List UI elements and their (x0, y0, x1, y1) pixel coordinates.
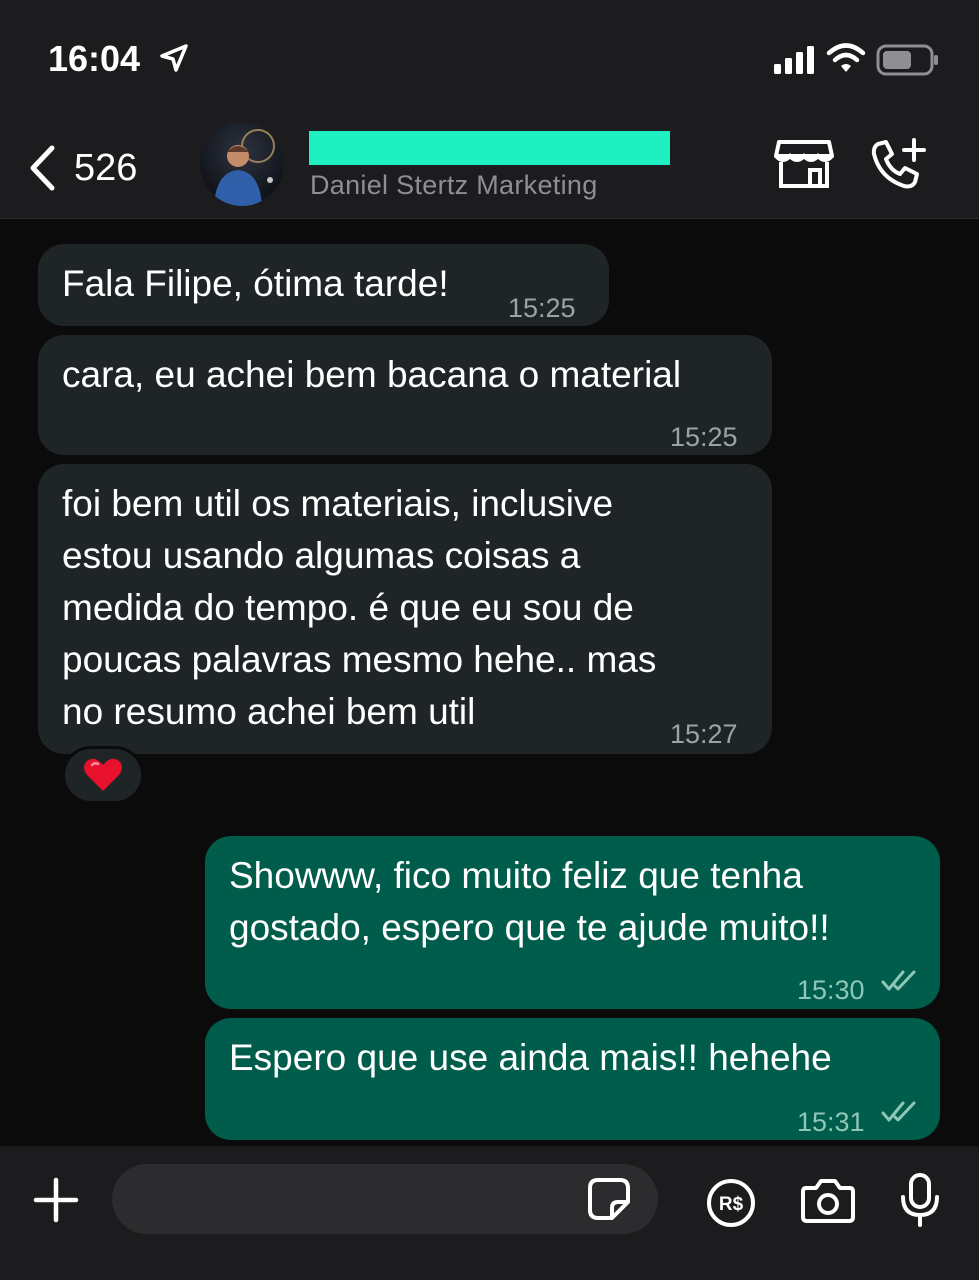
unread-count: 526 (74, 146, 138, 189)
contact-subtitle[interactable]: Daniel Stertz Marketing (310, 170, 598, 201)
message-bubble-incoming[interactable]: Fala Filipe, ótima tarde! 15:25 (38, 244, 609, 326)
message-text: cara, eu achei bem bacana o material (62, 354, 682, 395)
read-receipt-icon (881, 970, 916, 991)
back-button[interactable]: 526 (28, 138, 168, 198)
message-text: foi bem util os materiais, inclusive est… (62, 483, 657, 732)
message-bubble-outgoing[interactable]: Showww, fico muito feliz que tenha gosta… (205, 836, 940, 1009)
chevron-left-icon (30, 145, 55, 191)
read-receipt-icon (881, 1101, 916, 1122)
add-call-icon[interactable] (868, 138, 928, 192)
message-list[interactable]: Fala Filipe, ótima tarde! 15:25 cara, eu… (0, 219, 979, 1146)
message-time: 15:31 (797, 1107, 865, 1137)
heart-icon (84, 758, 122, 791)
cellular-signal-icon (774, 46, 814, 74)
status-time: 16:04 (48, 38, 141, 79)
composer-bar: R$ (0, 1146, 979, 1280)
message-reaction[interactable] (62, 746, 144, 804)
svg-text:R$: R$ (719, 1194, 744, 1215)
battery-icon (876, 44, 938, 76)
avatar[interactable] (200, 122, 284, 206)
location-arrow-icon (160, 44, 188, 72)
message-time: 15:25 (670, 422, 738, 452)
message-time: 15:30 (797, 975, 865, 1005)
message-time: 15:25 (508, 293, 576, 323)
store-icon[interactable] (774, 138, 834, 190)
plus-icon[interactable] (32, 1176, 80, 1224)
message-input[interactable] (112, 1164, 658, 1234)
message-bubble-incoming[interactable]: foi bem util os materiais, inclusive est… (38, 464, 772, 754)
message-bubble-incoming[interactable]: cara, eu achei bem bacana o material 15:… (38, 335, 772, 455)
contact-name-redaction[interactable] (309, 131, 670, 165)
chat-header: 16:04 526 Daniel Stertz Marketing (0, 0, 979, 219)
message-text: Espero que use ainda mais!! hehehe (229, 1037, 832, 1078)
wifi-icon (826, 43, 866, 72)
message-time: 15:27 (670, 719, 738, 749)
message-text: Showww, fico muito feliz que tenha gosta… (229, 855, 830, 948)
payment-icon[interactable]: R$ (706, 1178, 756, 1228)
sticker-icon[interactable] (586, 1176, 632, 1222)
message-text: Fala Filipe, ótima tarde! (62, 263, 449, 304)
camera-icon[interactable] (800, 1176, 856, 1224)
avatar-image (214, 129, 275, 206)
microphone-icon[interactable] (898, 1172, 942, 1228)
message-bubble-outgoing[interactable]: Espero que use ainda mais!! hehehe 15:31 (205, 1018, 940, 1140)
